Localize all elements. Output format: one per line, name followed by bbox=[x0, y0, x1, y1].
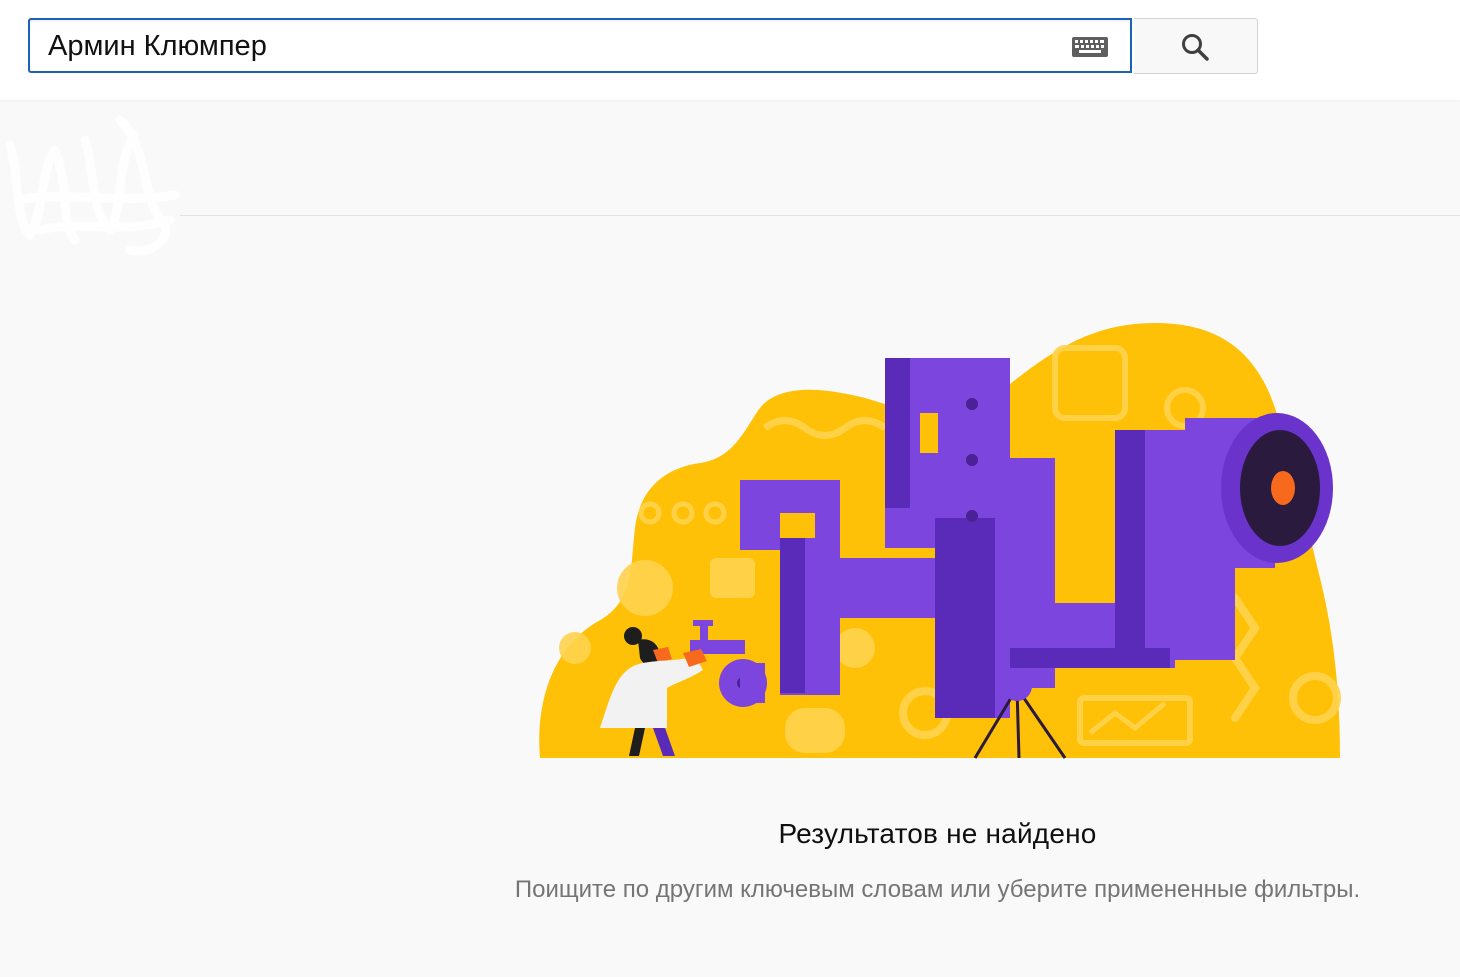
masthead bbox=[0, 0, 1460, 100]
search-button[interactable] bbox=[1134, 18, 1258, 74]
search-box[interactable] bbox=[28, 18, 1132, 73]
empty-state-hint: Поищите по другим ключевым словам или уб… bbox=[514, 876, 1361, 903]
search-icon bbox=[1182, 34, 1209, 61]
keyboard-icon[interactable] bbox=[1072, 37, 1108, 57]
no-results-illustration bbox=[539, 323, 1341, 759]
search-input[interactable] bbox=[48, 26, 1048, 66]
filter-divider bbox=[180, 215, 1460, 216]
redaction-scribble bbox=[5, 115, 180, 256]
empty-state-title: Результатов не найдено bbox=[778, 818, 1097, 849]
